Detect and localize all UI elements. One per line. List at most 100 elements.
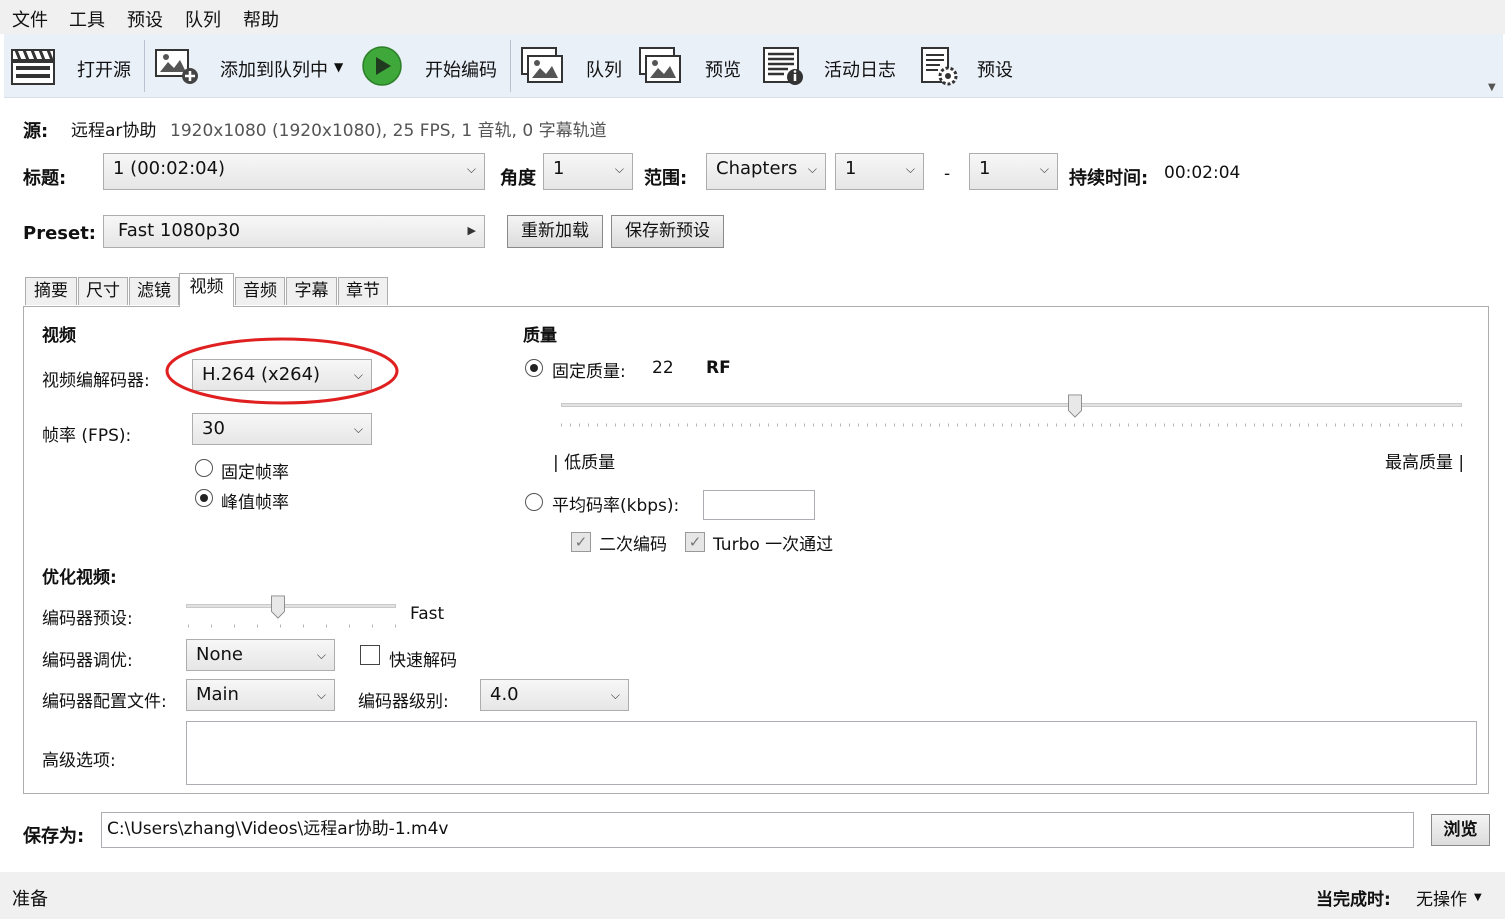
tab-audio[interactable]: 音频	[235, 277, 285, 305]
open-source-button[interactable]: 打开源	[77, 56, 131, 82]
avg-bitrate-input[interactable]	[703, 490, 815, 520]
codec-label: 视频编解码器:	[42, 371, 150, 391]
advanced-options-textarea[interactable]	[186, 721, 1477, 785]
source-info: 1920x1080 (1920x1080), 25 FPS, 1 音轨, 0 字…	[170, 121, 607, 141]
encoder-tune-label: 编码器调优:	[42, 651, 133, 671]
constant-quality-slider[interactable]	[561, 394, 1462, 428]
save-path-input[interactable]: C:\Users\zhang\Videos\远程ar协助-1.m4v	[101, 812, 1414, 848]
tab-chapters[interactable]: 章节	[338, 277, 388, 305]
peak-framerate-radio[interactable]	[195, 489, 213, 507]
fps-select[interactable]: 30 ⌵	[192, 413, 372, 445]
menu-tools[interactable]: 工具	[69, 6, 105, 32]
chevron-down-icon: ⌵	[466, 162, 476, 176]
reload-button[interactable]: 重新加载	[507, 215, 603, 248]
toolbar: 打开源 添加到队列中 ▼ 开始编码 队列 预览 活动日志 预设 ▼	[4, 34, 1503, 98]
optimize-heading: 优化视频:	[42, 568, 117, 588]
title-select-value: 1 (00:02:04)	[113, 158, 226, 179]
add-to-queue-button[interactable]: 添加到队列中	[220, 56, 328, 82]
presets-icon[interactable]	[916, 46, 962, 86]
slider-ticks	[188, 624, 396, 628]
preset-label: Preset:	[23, 223, 97, 244]
chevron-down-icon: ⌵	[316, 648, 326, 662]
save-as-label: 保存为:	[23, 826, 85, 847]
menu-bar: 文件 工具 预设 队列 帮助	[0, 0, 1505, 34]
encoder-preset-slider[interactable]	[186, 595, 396, 629]
encoder-level-select[interactable]: 4.0 ⌵	[480, 679, 629, 711]
highlight-ellipse	[165, 337, 399, 405]
slider-thumb[interactable]	[270, 595, 286, 619]
encoder-level-label: 编码器级别:	[358, 692, 449, 712]
presets-button[interactable]: 预设	[977, 56, 1013, 82]
start-encode-button[interactable]: 开始编码	[425, 56, 497, 82]
angle-select-value: 1	[553, 158, 565, 179]
range-start-select[interactable]: 1 ⌵	[835, 153, 924, 190]
duration-value: 00:02:04	[1164, 163, 1241, 183]
status-text: 准备	[12, 889, 48, 910]
fps-label: 帧率 (FPS):	[42, 426, 132, 446]
chevron-down-icon: ⌵	[353, 422, 363, 436]
chevron-down-icon: ⌵	[316, 688, 326, 702]
activity-log-icon[interactable]	[760, 46, 806, 86]
open-source-icon[interactable]	[10, 46, 56, 86]
video-heading: 视频	[42, 326, 76, 346]
toolbar-separator	[510, 40, 511, 92]
encoder-profile-label: 编码器配置文件:	[42, 692, 167, 712]
tab-subtitles[interactable]: 字幕	[286, 277, 337, 305]
slider-thumb[interactable]	[1067, 394, 1083, 418]
range-type-select[interactable]: Chapters ⌵	[706, 153, 826, 190]
fast-decode-label: 快速解码	[389, 651, 457, 671]
queue-button[interactable]: 队列	[586, 56, 622, 82]
chevron-right-icon: ▶	[467, 224, 476, 237]
menu-file[interactable]: 文件	[12, 6, 48, 32]
when-done-label: 当完成时:	[1316, 890, 1391, 910]
duration-label: 持续时间:	[1069, 168, 1149, 189]
encoder-profile-select[interactable]: Main ⌵	[186, 679, 335, 711]
menu-queue[interactable]: 队列	[185, 6, 221, 32]
when-done-dropdown-icon[interactable]: ▼	[1474, 892, 1482, 903]
turbo-checkbox[interactable]: ✓	[685, 532, 705, 552]
range-type-value: Chapters	[716, 158, 798, 179]
low-quality-label: | 低质量	[553, 453, 616, 473]
add-to-queue-dropdown-icon[interactable]: ▼	[334, 60, 343, 74]
angle-label: 角度	[500, 168, 536, 189]
source-label: 源:	[23, 121, 49, 142]
preset-select[interactable]: Fast 1080p30 ▶	[103, 215, 485, 248]
menu-help[interactable]: 帮助	[243, 6, 279, 32]
encoder-profile-value: Main	[196, 684, 239, 705]
preview-button[interactable]: 预览	[705, 56, 741, 82]
tab-summary[interactable]: 摘要	[25, 277, 77, 305]
activity-log-button[interactable]: 活动日志	[824, 56, 896, 82]
two-pass-checkbox[interactable]: ✓	[571, 532, 591, 552]
tab-filters[interactable]: 滤镜	[129, 277, 179, 305]
browse-button[interactable]: 浏览	[1431, 814, 1490, 846]
queue-icon[interactable]	[520, 46, 566, 86]
avg-bitrate-radio[interactable]	[525, 493, 543, 511]
tab-dimensions[interactable]: 尺寸	[78, 277, 128, 305]
menu-presets[interactable]: 预设	[127, 6, 163, 32]
title-select[interactable]: 1 (00:02:04) ⌵	[103, 153, 485, 190]
range-start-value: 1	[845, 158, 857, 179]
angle-select[interactable]: 1 ⌵	[543, 153, 633, 190]
when-done-value[interactable]: 无操作	[1416, 885, 1467, 910]
encoder-tune-select[interactable]: None ⌵	[186, 639, 335, 671]
save-new-preset-button[interactable]: 保存新预设	[611, 215, 724, 248]
range-end-value: 1	[979, 158, 991, 179]
start-encode-icon[interactable]	[360, 46, 404, 86]
constant-quality-radio[interactable]	[525, 359, 543, 377]
constant-framerate-radio[interactable]	[195, 459, 213, 477]
turbo-label: Turbo 一次通过	[713, 535, 834, 555]
range-label: 范围:	[644, 168, 688, 189]
range-end-select[interactable]: 1 ⌵	[969, 153, 1058, 190]
chevron-down-icon: ⌵	[614, 162, 624, 176]
slider-track	[561, 403, 1462, 407]
preset-select-value: Fast 1080p30	[118, 220, 241, 241]
preview-icon[interactable]	[638, 46, 684, 86]
quality-heading: 质量	[523, 326, 557, 346]
fast-decode-checkbox[interactable]	[360, 645, 380, 665]
toolbar-overflow-icon[interactable]: ▼	[1488, 82, 1496, 93]
add-to-queue-icon[interactable]	[154, 46, 200, 86]
chevron-down-icon: ⌵	[610, 688, 620, 702]
chevron-down-icon: ⌵	[807, 162, 817, 176]
tab-video[interactable]: 视频	[179, 273, 234, 307]
advanced-options-label: 高级选项:	[42, 751, 116, 771]
